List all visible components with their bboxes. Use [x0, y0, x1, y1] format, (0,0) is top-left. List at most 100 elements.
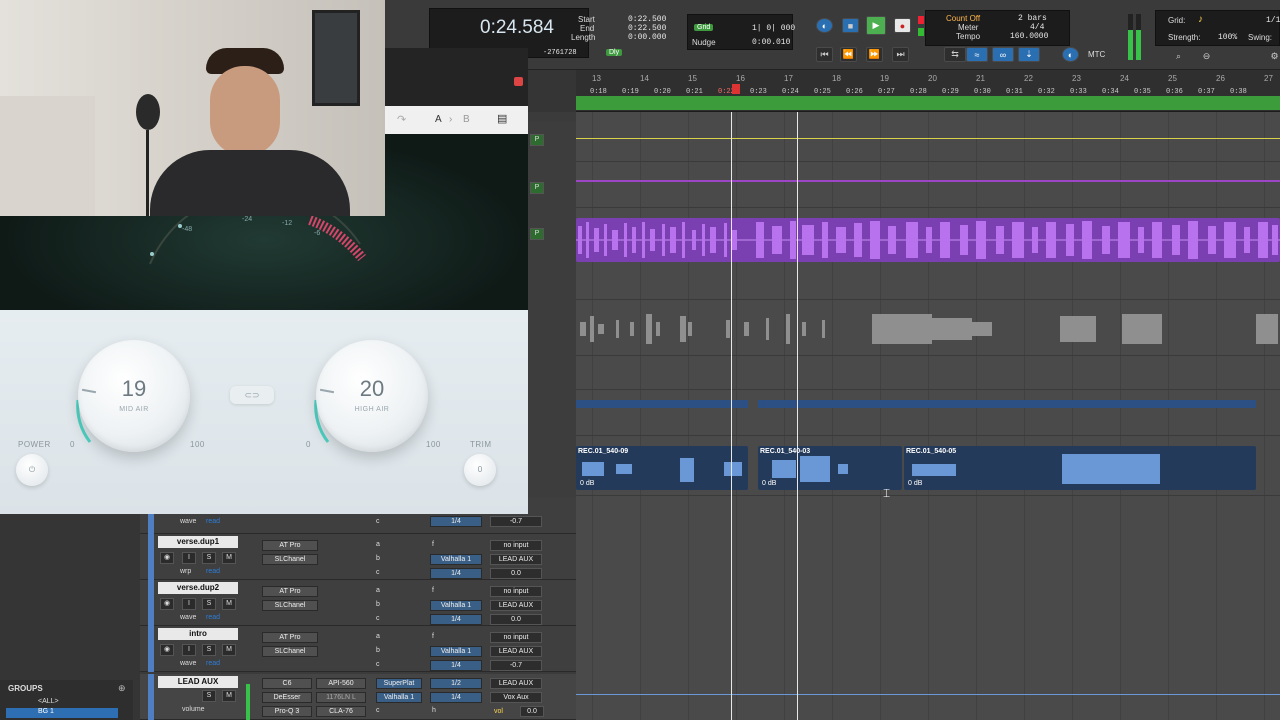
input-monitor-button[interactable]: ◉ — [160, 644, 174, 656]
solo-button[interactable]: S — [202, 598, 216, 610]
solo-button[interactable]: S — [202, 644, 216, 656]
track-name[interactable]: LEAD AUX — [158, 676, 238, 688]
track-verse-dup2[interactable]: verse.dup2 ◉ I S M wave read AT Pro SLCh… — [140, 580, 576, 626]
end-value[interactable]: 0:22.500 — [628, 24, 666, 33]
solo-button[interactable]: S — [202, 552, 216, 564]
waveform-mode[interactable]: wave — [180, 660, 196, 667]
trim-knob[interactable]: 0 — [464, 454, 496, 486]
meter-value[interactable]: 4/4 — [1030, 23, 1044, 32]
send-slot-a[interactable]: SuperPlat — [376, 678, 422, 689]
insert-slot-d[interactable]: API-560 — [316, 678, 366, 689]
track-lead-aux[interactable]: LEAD AUX S M volume C6 DeEsser Pro-Q 3 A… — [140, 674, 576, 720]
waveform-mode[interactable]: wave — [180, 518, 196, 525]
insert-slot-c[interactable]: Pro-Q 3 — [262, 706, 312, 717]
preset-a[interactable]: A — [435, 114, 442, 125]
dly-chip[interactable]: Dly — [606, 49, 623, 56]
main-counter[interactable]: 0:24.584 — [480, 17, 554, 39]
p-button[interactable]: P — [530, 134, 544, 146]
start-value[interactable]: 0:22.500 — [628, 15, 666, 24]
clip-rec-3[interactable]: REC.01_540-05 0 dB — [904, 446, 1256, 490]
automation-mode[interactable]: read — [206, 518, 220, 525]
volume-value[interactable]: -0.7 — [490, 660, 542, 671]
track-name[interactable]: verse.dup2 — [158, 582, 238, 594]
edit-timeline[interactable]: REC.01_540-09 0 dB REC.01_540-03 0 dB RE… — [576, 112, 1280, 720]
stop-button[interactable]: ■ — [842, 18, 859, 33]
mute-button[interactable]: M — [222, 690, 236, 702]
count-off-bars[interactable]: 2 bars — [1018, 14, 1047, 23]
record-arm-button[interactable]: I — [182, 552, 196, 564]
mid-air-knob[interactable]: 19 MID AIR — [78, 340, 190, 452]
punch-icon[interactable]: ⇣ — [1018, 47, 1040, 62]
lane-6[interactable] — [576, 356, 1280, 390]
output-selector[interactable]: Vox Aux — [490, 692, 542, 703]
grid-value[interactable]: 1| 0| 000 — [752, 24, 795, 33]
loop-icon[interactable]: ⇆ — [944, 47, 966, 62]
groups-add-icon[interactable]: ⊕ — [118, 683, 126, 694]
p-button[interactable]: P — [530, 182, 544, 194]
volume-value[interactable]: 0.0 — [490, 568, 542, 579]
volume-value[interactable]: 0.0 — [520, 706, 544, 717]
send-slot[interactable]: 1/4 — [430, 516, 482, 527]
volume-value[interactable]: 0.0 — [490, 614, 542, 625]
send-level[interactable]: 1/4 — [430, 660, 482, 671]
send-level-a[interactable]: 1/2 — [430, 678, 482, 689]
count-off-label[interactable]: Count Off — [946, 14, 980, 23]
lane-1[interactable] — [576, 112, 1280, 162]
play-button[interactable]: ▶ — [866, 16, 886, 35]
input-monitor-button[interactable]: ◉ — [160, 552, 174, 564]
tempo-value[interactable]: 160.0000 — [1010, 32, 1048, 41]
insert-slot-e[interactable]: 1176LN L — [316, 692, 366, 703]
send-slot[interactable]: Valhalla 1 — [430, 554, 482, 565]
insert-slot-f[interactable]: CLA-76 — [316, 706, 366, 717]
online-icon[interactable]: ◐ — [816, 18, 833, 33]
plugin-titlebar[interactable] — [385, 48, 528, 106]
automation-mode[interactable]: read — [206, 660, 220, 667]
lane-2[interactable] — [576, 162, 1280, 208]
insert-slot-a[interactable]: AT Pro — [262, 586, 318, 597]
send-level-b[interactable]: 1/4 — [430, 692, 482, 703]
rewind-button[interactable]: ⏪ — [840, 47, 857, 62]
send-level[interactable]: 1/4 — [430, 568, 482, 579]
zoom-icon[interactable]: ⌕ — [1170, 49, 1187, 64]
automation-mode[interactable]: read — [206, 568, 220, 575]
high-air-knob[interactable]: 20 HIGH AIR — [316, 340, 428, 452]
preset-b[interactable]: B — [463, 114, 470, 125]
insert-slot-a[interactable]: AT Pro — [262, 632, 318, 643]
link-icon[interactable]: ⊂⊃ — [230, 386, 274, 404]
clip-rec-1[interactable]: REC.01_540-09 0 dB — [576, 446, 748, 490]
sync-icon[interactable]: ◐ — [1062, 47, 1079, 62]
lane-3[interactable] — [576, 208, 1280, 262]
insert-slot-b[interactable]: SLChanel — [262, 646, 318, 657]
insert-slot-b[interactable]: DeEsser — [262, 692, 312, 703]
volume-value[interactable]: -0.7 — [490, 516, 542, 527]
send-slot[interactable]: Valhalla 1 — [430, 600, 482, 611]
strength-value[interactable]: 100% — [1218, 33, 1237, 42]
input-monitor-button[interactable]: ◉ — [160, 598, 174, 610]
track-intro[interactable]: intro ◉ I S M wave read AT Pro SLChanel … — [140, 626, 576, 672]
playhead-marker[interactable] — [732, 84, 740, 94]
link-icon[interactable]: ∞ — [992, 47, 1014, 62]
track-name[interactable]: intro — [158, 628, 238, 640]
zoom-out-icon[interactable]: ⊖ — [1198, 49, 1215, 64]
marker-strip[interactable] — [576, 96, 1280, 110]
waveform-mode[interactable]: wave — [180, 614, 196, 621]
group-bg[interactable]: BG 1 — [38, 708, 54, 715]
solo-button[interactable]: S — [202, 690, 216, 702]
mute-button[interactable]: M — [222, 644, 236, 656]
lane-4[interactable] — [576, 254, 1280, 300]
lane-lead-aux[interactable] — [576, 688, 1280, 720]
comment-icon[interactable]: ▤ — [497, 112, 507, 125]
rewind-start-button[interactable]: ⏮ — [816, 47, 833, 62]
lane-5[interactable] — [576, 300, 1280, 356]
insert-slot-b[interactable]: SLChanel — [262, 554, 318, 565]
end-button[interactable]: ⏭ — [892, 47, 909, 62]
insert-slot-b[interactable]: SLChanel — [262, 600, 318, 611]
mute-button[interactable]: M — [222, 598, 236, 610]
input-selector[interactable]: no input — [490, 632, 542, 643]
close-icon[interactable] — [514, 77, 523, 86]
playhead-line[interactable] — [797, 112, 798, 720]
grid-chip[interactable]: Grid — [694, 24, 714, 31]
record-arm-button[interactable]: I — [182, 644, 196, 656]
automation-mode[interactable]: read — [206, 614, 220, 621]
clip-rec-2[interactable]: REC.01_540-03 0 dB — [758, 446, 902, 490]
